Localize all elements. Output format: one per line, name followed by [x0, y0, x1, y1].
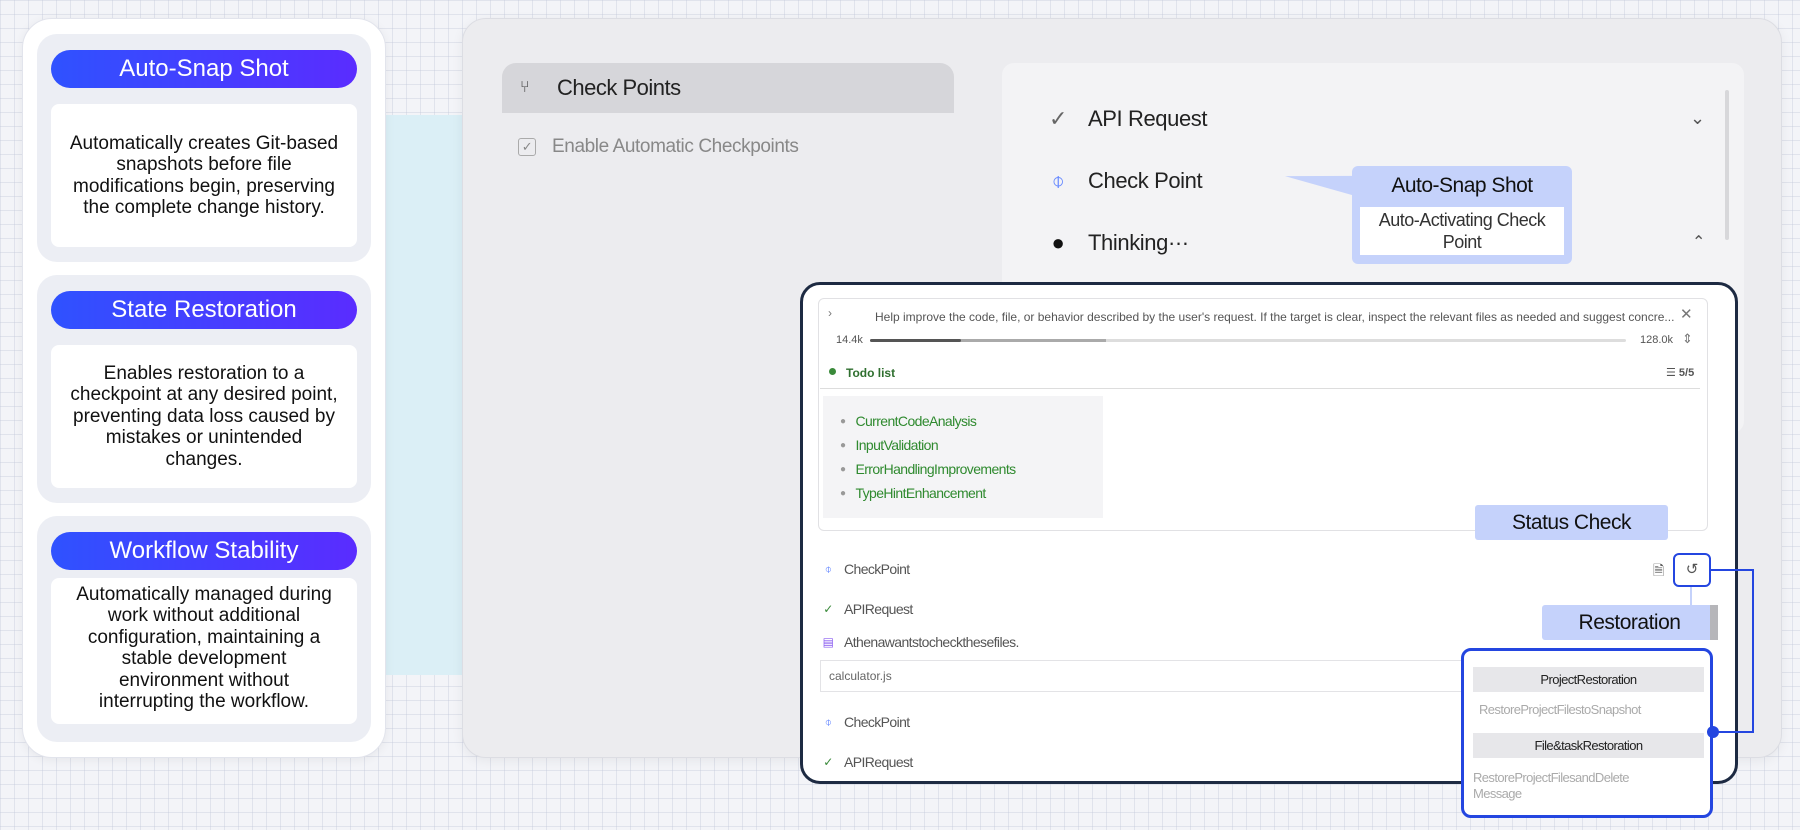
todo-count: ☰ 5/5	[1666, 366, 1694, 379]
callout-body: Auto-Activating Check Point	[1360, 207, 1564, 255]
token-progress-secondary	[958, 339, 1106, 342]
checkpoint-icon: ⌽	[1051, 168, 1065, 193]
connector-dot	[1707, 726, 1719, 738]
callout-accent	[1710, 605, 1718, 640]
project-restoration-desc: RestoreProjectFilestoSnapshot	[1479, 702, 1641, 717]
connector-line	[1711, 569, 1754, 571]
file-list-icon: ▤	[822, 635, 834, 649]
todo-item: ● InputValidation	[840, 437, 939, 453]
feature-title: Auto-Snap Shot	[51, 50, 357, 88]
checkpoints-title: Check Points	[557, 75, 681, 100]
chevron-up-icon[interactable]: ⌃	[1692, 232, 1705, 252]
project-restoration-option[interactable]: ProjectRestoration	[1473, 667, 1704, 692]
file-task-restoration-desc: RestoreProjectFilesandDelete Message	[1473, 770, 1630, 801]
task-text: Help improve the code, file, or behavior…	[875, 310, 1675, 324]
activity-checkpoint[interactable]: ⌽ CheckPoint	[822, 714, 911, 730]
file-item[interactable]: calculator.js	[820, 660, 1480, 692]
feature-card-auto-snapshot: Auto-Snap Shot Automatically creates Git…	[37, 34, 371, 262]
thinking-label: Thinking···	[1088, 230, 1189, 255]
enable-checkpoints-checkbox[interactable]: ✓	[518, 138, 536, 156]
enable-checkpoints-option[interactable]: ✓ Enable Automatic Checkpoints	[518, 136, 799, 158]
todo-label: Todo list	[846, 366, 896, 380]
lightbulb-icon: ●	[1051, 230, 1065, 255]
chevron-down-icon[interactable]: ⌄	[1690, 108, 1705, 129]
check-icon: ✓	[823, 602, 833, 616]
connector-line	[1752, 569, 1754, 733]
feature-card-state-restoration: State Restoration Enables restoration to…	[37, 275, 371, 503]
checkpoint-icon: ⌽	[824, 561, 832, 576]
scrollbar[interactable]	[1725, 90, 1729, 240]
feature-title: State Restoration	[51, 291, 357, 329]
list-icon: ☰	[1666, 367, 1679, 379]
feature-title: Workflow Stability	[51, 532, 357, 570]
api-request-label: API Request	[1088, 106, 1208, 131]
feature-column: Auto-Snap Shot Automatically creates Git…	[22, 18, 386, 758]
enable-checkpoints-label: Enable Automatic Checkpoints	[552, 136, 799, 157]
todo-status-dot	[829, 368, 836, 375]
divider	[820, 388, 1700, 389]
todo-count-value: 5/5	[1678, 367, 1695, 379]
feature-card-workflow-stability: Workflow Stability Automatically managed…	[37, 516, 371, 742]
todo-item: ● CurrentCodeAnalysis	[840, 413, 977, 429]
api-request-row[interactable]: ✓ API Request	[1046, 106, 1208, 132]
background-strip	[384, 115, 474, 675]
todo-item: ● TypeHintEnhancement	[840, 485, 986, 501]
feature-description: Enables restoration to a checkpoint at a…	[51, 345, 357, 488]
feature-description: Automatically creates Git-based snapshot…	[51, 104, 357, 247]
thinking-row[interactable]: ● Thinking···	[1046, 230, 1190, 256]
close-icon[interactable]: ✕	[1680, 305, 1693, 323]
history-restore-button[interactable]: ↺	[1673, 553, 1711, 587]
check-icon: ✓	[1048, 106, 1068, 131]
tokens-used: 14.4k	[836, 334, 863, 346]
checkpoints-header: ⑂ Check Points	[502, 63, 954, 113]
status-check-callout: Status Check	[1475, 505, 1668, 540]
checkpoint-row[interactable]: ⌽ Check Point	[1046, 168, 1203, 194]
activity-api-request[interactable]: ✓ APIRequest	[822, 601, 913, 617]
expand-chevron-icon[interactable]: ›	[828, 306, 832, 320]
checkpoint-icon: ⌽	[824, 714, 832, 729]
activity-checkpoint[interactable]: ⌽ CheckPoint	[822, 561, 911, 577]
callout-connector	[1690, 587, 1692, 605]
check-icon: ✓	[823, 755, 833, 769]
compress-icon[interactable]: ⇕	[1682, 331, 1693, 347]
token-progress-fill	[870, 339, 961, 342]
feature-description: Automatically managed during work withou…	[51, 578, 357, 724]
callout-title: Auto-Snap Shot	[1391, 174, 1533, 197]
restoration-callout: Restoration	[1542, 605, 1717, 640]
document-icon[interactable]: 🗎	[1653, 560, 1664, 584]
tokens-max: 128.0k	[1640, 334, 1674, 346]
git-branch-icon: ⑂	[520, 79, 530, 96]
activity-api-request[interactable]: ✓ APIRequest	[822, 754, 913, 770]
todo-item: ● ErrorHandlingImprovements	[840, 461, 1016, 477]
activity-files-message: ▤ Athenawantstocheckthesefiles.	[822, 634, 1020, 650]
file-task-restoration-option[interactable]: File&taskRestoration	[1473, 733, 1704, 758]
checkpoint-label: Check Point	[1088, 168, 1203, 193]
auto-snapshot-callout: Auto-Snap Shot Auto-Activating Check Poi…	[1352, 166, 1572, 264]
history-icon: ↺	[1685, 561, 1699, 578]
